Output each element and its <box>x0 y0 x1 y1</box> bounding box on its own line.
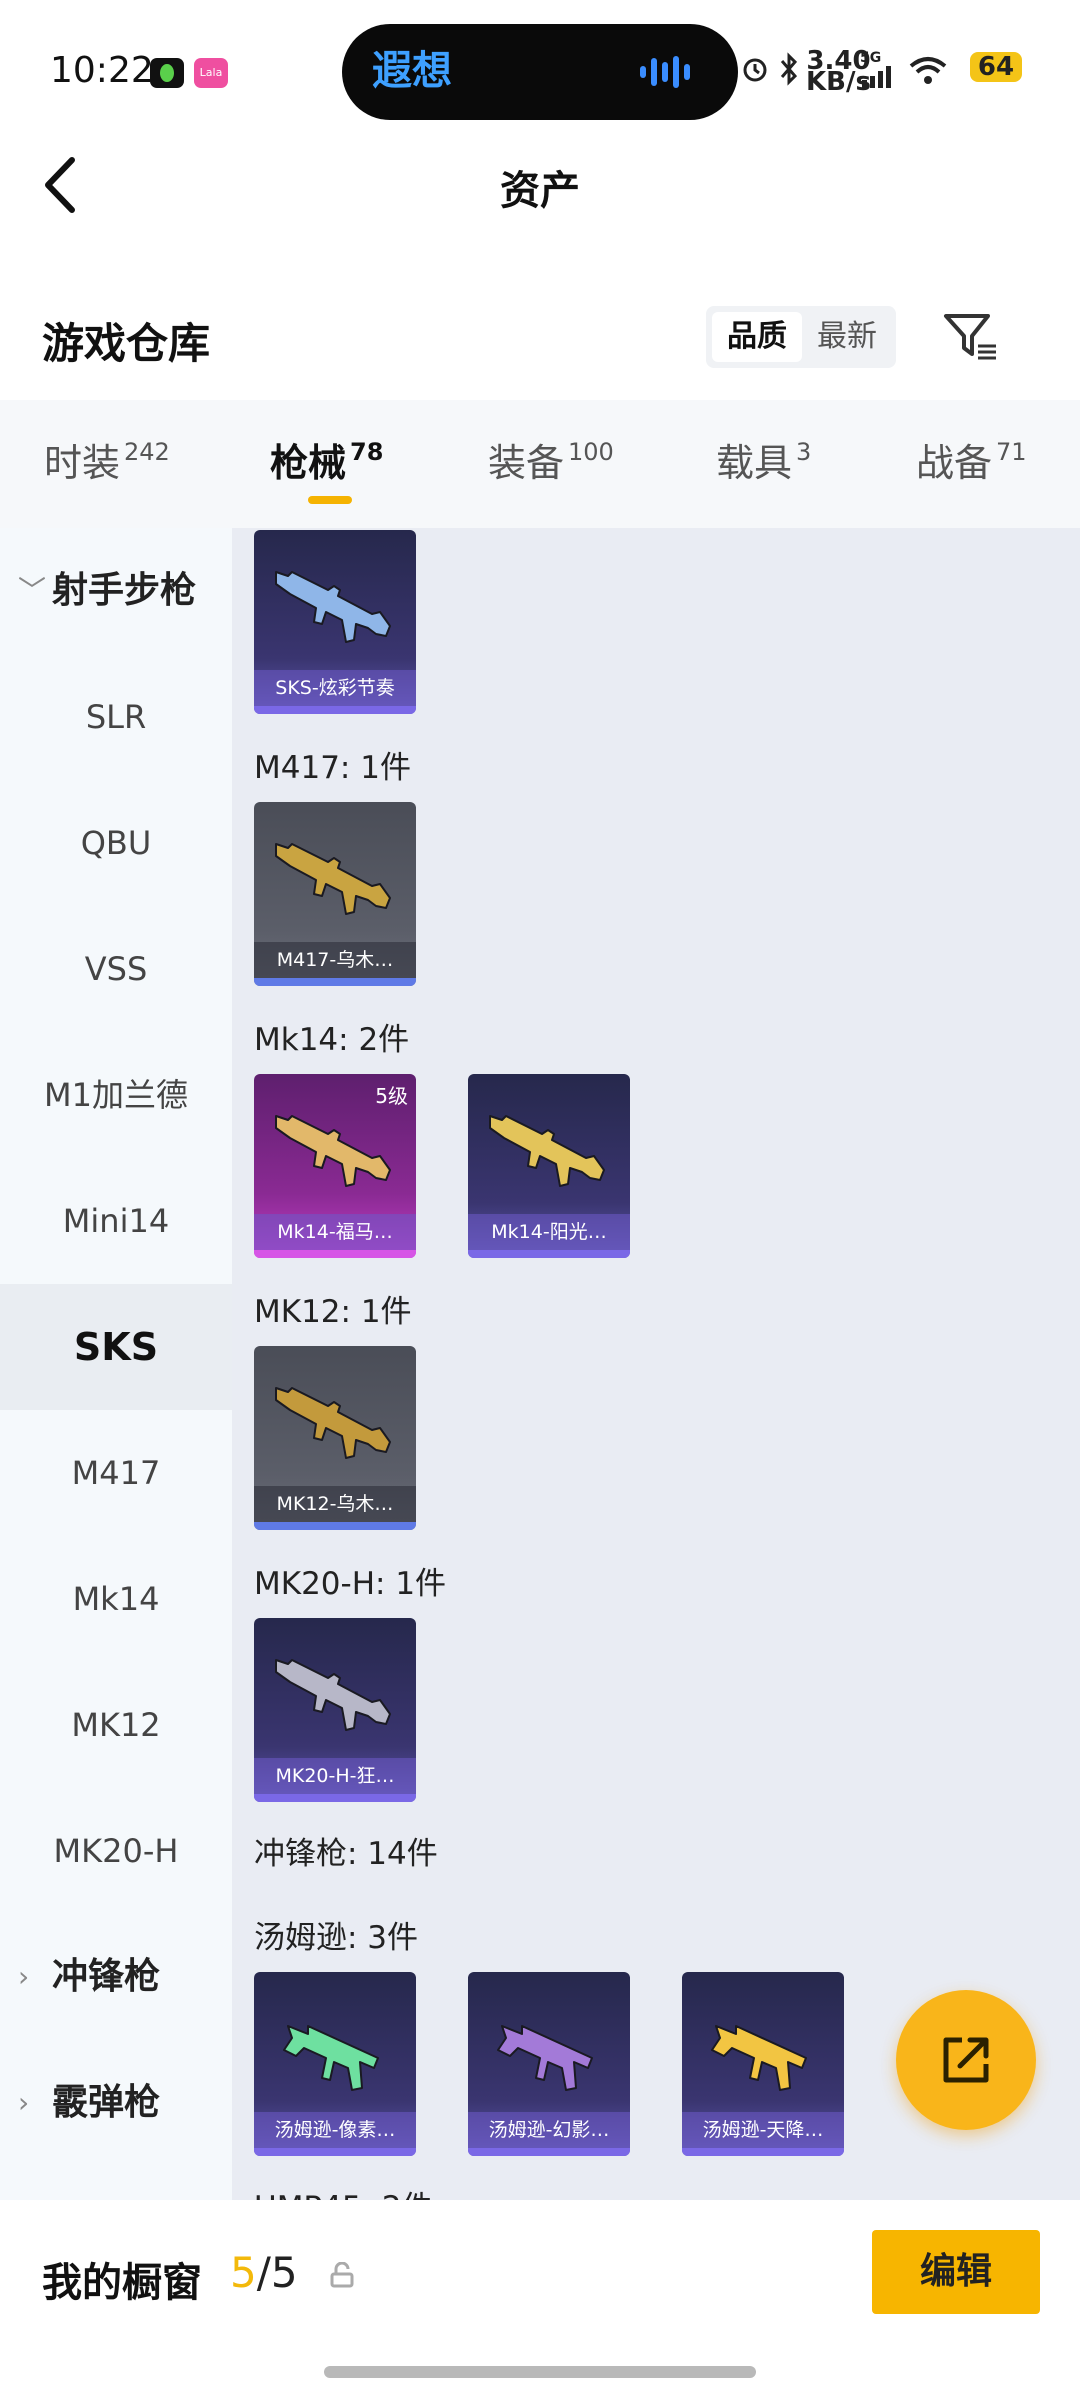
weapon-card[interactable]: M417-乌木… <box>254 802 416 986</box>
weapon-card-name: MK20-H-狂… <box>254 1758 416 1794</box>
status-icons: 3.40 KB/s 5G 64 <box>740 48 1040 95</box>
category-tabs: 时装 242 枪械 78 装备 100 载具 3 战备 71 <box>0 400 1080 528</box>
section-label: UMP45: 2件 <box>254 2182 433 2200</box>
signal-icon <box>862 66 891 88</box>
wifi-icon <box>909 57 947 84</box>
weapon-card[interactable]: SKS-炫彩节奏 <box>254 530 416 714</box>
weapon-card-name: SKS-炫彩节奏 <box>254 670 416 706</box>
sidebar-item-m417[interactable]: M417 <box>0 1410 232 1536</box>
weapon-card[interactable]: MK12-乌木… <box>254 1346 416 1530</box>
sidebar-item-sks[interactable]: SKS <box>0 1284 232 1410</box>
battery-indicator: 64 <box>970 52 1022 82</box>
external-link-icon <box>943 2037 989 2083</box>
tab-equipment[interactable]: 装备 100 <box>488 432 614 487</box>
chevron-right-icon: › <box>18 2086 30 2119</box>
network-type: 5G <box>860 50 882 66</box>
weapon-card[interactable]: MK20-H-狂… <box>254 1618 416 1802</box>
smg-icon <box>711 2025 807 2091</box>
section-label: 冲锋枪: 14件 <box>254 1836 438 1872</box>
sidebar-item-qbu[interactable]: QBU <box>0 780 232 906</box>
showcase-count: 5/5 <box>230 2248 298 2297</box>
weapon-card[interactable]: 汤姆逊-像素… <box>254 1972 416 2156</box>
sidebar-item-mk20-h[interactable]: MK20-H <box>0 1788 232 1914</box>
rifle-icon <box>275 571 391 643</box>
weapon-card-name: 汤姆逊-幻影… <box>468 2112 630 2148</box>
sort-toggle: 品质 最新 <box>706 306 896 368</box>
audio-wave-icon <box>640 56 690 88</box>
weapon-card-name: Mk14-阳光… <box>468 1214 630 1250</box>
tab-outfits[interactable]: 时装 242 <box>44 432 170 487</box>
section-label: 汤姆逊: 3件 <box>254 1920 419 1956</box>
warehouse-title: 游戏仓库 <box>42 319 211 368</box>
sidebar-group-smg[interactable]: › 冲锋枪 <box>0 1914 232 2040</box>
weapon-category-sidebar: ﹀ 射手步枪 SLR QBU VSS M1加兰德 Mini14 SKS M417 … <box>0 528 232 2200</box>
sort-quality-button[interactable]: 品质 <box>712 312 802 362</box>
dynamic-island[interactable]: 遐想 <box>342 24 738 120</box>
weapon-list: SKS-炫彩节奏 M417: 1件 M417-乌木… Mk14: 2件 5级 M… <box>232 528 1080 2200</box>
chevron-right-icon: › <box>18 1960 30 1993</box>
sidebar-item-slr[interactable]: SLR <box>0 654 232 780</box>
sidebar-item-m1-garand[interactable]: M1加兰德 <box>0 1032 232 1158</box>
alarm-icon <box>743 58 767 82</box>
tab-vehicles[interactable]: 载具 3 <box>716 432 811 487</box>
section-label: MK12: 1件 <box>254 1294 412 1330</box>
section-label: Mk14: 2件 <box>254 1022 410 1058</box>
sort-newest-button[interactable]: 最新 <box>802 312 892 362</box>
notification-app-icon-2: Lala <box>194 58 228 88</box>
sidebar-group-shotgun[interactable]: › 霰弹枪 <box>0 2040 232 2166</box>
weapon-card-name: Mk14-福马… <box>254 1214 416 1250</box>
smg-icon <box>283 2025 379 2091</box>
rifle-icon <box>489 1115 605 1187</box>
notification-app-icon <box>150 58 184 88</box>
bluetooth-icon <box>780 52 798 86</box>
share-button[interactable] <box>896 1990 1036 2130</box>
island-logo: 遐想 <box>372 48 452 94</box>
lock-icon <box>330 2262 354 2288</box>
weapon-card[interactable]: 汤姆逊-幻影… <box>468 1972 630 2156</box>
weapon-card-name: 汤姆逊-天降… <box>682 2112 844 2148</box>
sidebar-group-marksman-rifles[interactable]: ﹀ 射手步枪 <box>0 528 232 654</box>
sidebar-item-mk14[interactable]: Mk14 <box>0 1536 232 1662</box>
weapon-card-name: M417-乌木… <box>254 942 416 978</box>
status-time: 10:22 <box>50 50 154 91</box>
section-label: M417: 1件 <box>254 750 411 786</box>
rifle-icon <box>275 1659 391 1731</box>
smg-icon <box>497 2025 593 2091</box>
edit-button[interactable]: 编辑 <box>872 2230 1040 2314</box>
rifle-icon <box>275 843 391 915</box>
sidebar-item-vss[interactable]: VSS <box>0 906 232 1032</box>
weapon-card[interactable]: Mk14-阳光… <box>468 1074 630 1258</box>
tab-weapons[interactable]: 枪械 78 <box>270 432 383 504</box>
page-title: 资产 <box>500 168 580 214</box>
rifle-icon <box>275 1387 391 1459</box>
weapon-card-name: MK12-乌木… <box>254 1486 416 1522</box>
sidebar-item-mini14[interactable]: Mini14 <box>0 1158 232 1284</box>
weapon-card-name: 汤姆逊-像素… <box>254 2112 416 2148</box>
section-label: MK20-H: 1件 <box>254 1566 447 1602</box>
rifle-icon <box>275 1115 391 1187</box>
weapon-card[interactable]: 5级 Mk14-福马… <box>254 1074 416 1258</box>
sidebar-item-mk12[interactable]: MK12 <box>0 1662 232 1788</box>
filter-icon[interactable] <box>942 308 998 364</box>
status-bar: 10:22 Lala 遐想 3.40 KB/s 5G 64 <box>0 0 1080 140</box>
showcase-label: 我的橱窗 <box>42 2260 202 2306</box>
chevron-down-icon: ﹀ <box>18 574 47 607</box>
tab-supplies[interactable]: 战备 71 <box>916 432 1027 487</box>
weapon-card[interactable]: 汤姆逊-天降… <box>682 1972 844 2156</box>
home-indicator[interactable] <box>324 2366 756 2378</box>
